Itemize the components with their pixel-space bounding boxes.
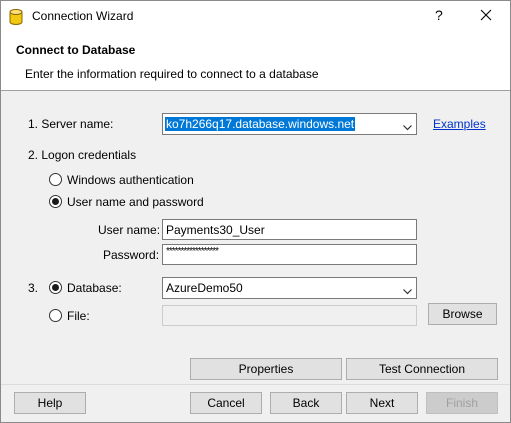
close-icon[interactable]	[479, 8, 493, 22]
wizard-header: Connect to Database Enter the informatio…	[1, 31, 510, 91]
browse-button[interactable]: Browse	[428, 303, 497, 325]
help-button[interactable]: Help	[14, 392, 86, 414]
password-value: ******************	[166, 246, 219, 257]
step-three-label: 3.	[28, 281, 39, 295]
database-label[interactable]: Database:	[67, 281, 122, 295]
footer-divider	[1, 384, 510, 385]
database-icon	[9, 9, 23, 25]
finish-button[interactable]: Finish	[426, 392, 498, 414]
database-radio[interactable]	[49, 281, 62, 294]
server-name-value: ko7h266q17.database.windows.net	[165, 117, 356, 131]
connection-wizard-window: Connection Wizard ? Connect to Database …	[0, 0, 511, 423]
logon-credentials-label: 2. Logon credentials	[28, 148, 137, 162]
properties-button[interactable]: Properties	[190, 358, 342, 380]
server-name-combobox[interactable]: ko7h266q17.database.windows.net	[162, 113, 417, 135]
username-label: User name:	[98, 223, 161, 237]
test-connection-button[interactable]: Test Connection	[346, 358, 498, 380]
username-input[interactable]: Payments30_User	[162, 219, 417, 240]
password-label: Password:	[103, 248, 160, 262]
user-pass-label[interactable]: User name and password	[67, 195, 204, 209]
chevron-down-icon[interactable]	[403, 284, 412, 295]
database-value: AzureDemo50	[166, 281, 243, 295]
windows-auth-radio[interactable]	[49, 173, 62, 186]
chevron-down-icon[interactable]	[403, 120, 412, 131]
title-bar: Connection Wizard ?	[1, 1, 510, 31]
back-button[interactable]: Back	[270, 392, 342, 414]
password-input[interactable]: ******************	[162, 244, 417, 265]
window-title: Connection Wizard	[32, 9, 134, 23]
cancel-button[interactable]: Cancel	[190, 392, 262, 414]
server-name-label: 1. Server name:	[28, 117, 114, 131]
header-subtitle: Enter the information required to connec…	[25, 67, 319, 81]
header-title: Connect to Database	[16, 43, 136, 57]
username-value: Payments30_User	[166, 223, 265, 237]
file-path-input[interactable]	[162, 305, 417, 326]
windows-auth-label[interactable]: Windows authentication	[67, 173, 194, 187]
file-radio[interactable]	[49, 309, 62, 322]
user-pass-radio[interactable]	[49, 195, 62, 208]
file-label[interactable]: File:	[67, 309, 90, 323]
help-title-button[interactable]: ?	[435, 7, 443, 23]
next-button[interactable]: Next	[346, 392, 418, 414]
examples-link[interactable]: Examples	[433, 117, 486, 131]
database-combobox[interactable]: AzureDemo50	[162, 277, 417, 299]
